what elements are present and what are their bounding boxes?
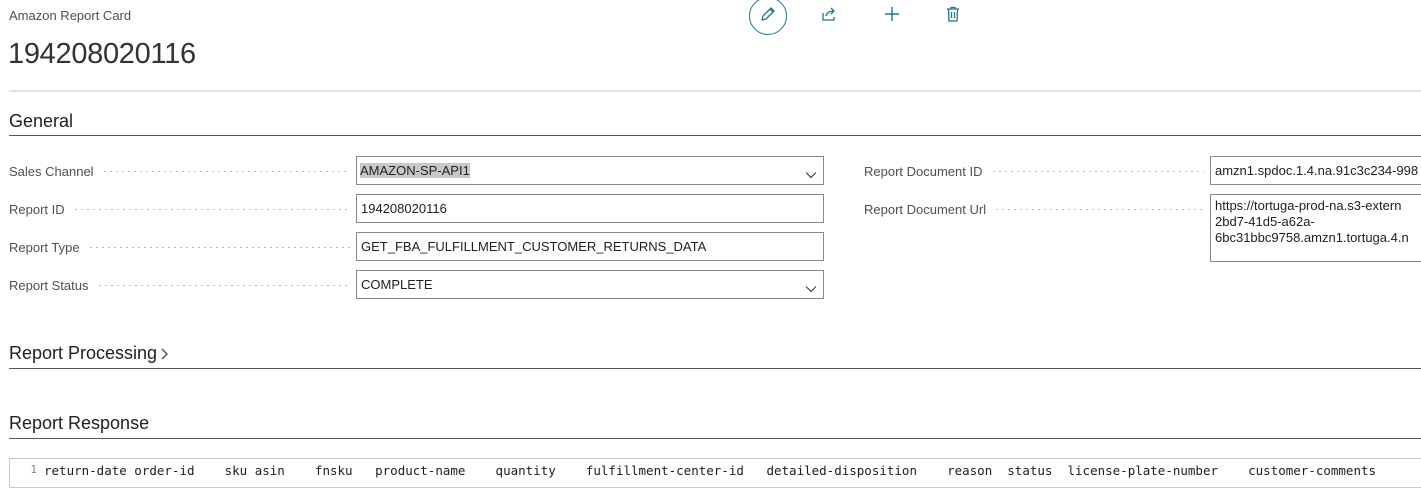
share-icon (820, 5, 838, 28)
general-divider (9, 135, 1421, 136)
report-document-url-label: Report Document Url (864, 199, 1210, 219)
edit-button[interactable] (749, 0, 787, 35)
share-button[interactable] (810, 0, 848, 35)
chevron-right-icon (160, 347, 169, 361)
section-title-report-processing[interactable]: Report Processing (9, 343, 169, 364)
code-line: return-date order-id sku asin fnsku prod… (44, 463, 1377, 478)
plus-icon (883, 5, 901, 28)
report-document-url-value: https://tortuga-prod-na.s3-extern 2bd7-4… (1215, 198, 1409, 245)
section-title-general[interactable]: General (9, 111, 73, 132)
report-status-select[interactable]: COMPLETE (356, 270, 824, 299)
report-id-value: 194208020116 (361, 201, 447, 216)
trash-icon (944, 5, 962, 28)
report-type-label: Report Type (9, 237, 356, 257)
page-caption: Amazon Report Card (9, 8, 132, 23)
report-document-url-field[interactable]: https://tortuga-prod-na.s3-extern 2bd7-4… (1210, 194, 1421, 262)
report-id-label: Report ID (9, 199, 356, 219)
report-type-value: GET_FBA_FULFILLMENT_CUSTOMER_RETURNS_DAT… (361, 239, 707, 254)
chevron-down-icon (805, 167, 817, 182)
report-response-editor[interactable]: 1 return-date order-id sku asin fnsku pr… (9, 458, 1421, 488)
page-title: 194208020116 (8, 38, 196, 70)
report-response-divider (9, 438, 1421, 439)
report-document-id-field[interactable]: amzn1.spdoc.1.4.na.91c3c234-998 (1210, 156, 1421, 185)
sales-channel-value: AMAZON-SP-API1 (360, 163, 470, 178)
report-status-value: COMPLETE (361, 277, 433, 292)
line-number: 1 (30, 463, 37, 476)
pencil-icon (759, 5, 777, 28)
section-title-report-response[interactable]: Report Response (9, 413, 149, 434)
title-divider (9, 90, 1421, 92)
new-button[interactable] (873, 0, 911, 35)
report-id-field[interactable]: 194208020116 (356, 194, 824, 223)
report-processing-divider (9, 368, 1421, 369)
report-processing-label: Report Processing (9, 343, 158, 363)
report-document-id-label: Report Document ID (864, 161, 1210, 181)
sales-channel-label: Sales Channel (9, 161, 356, 181)
chevron-down-icon (805, 281, 817, 296)
sales-channel-select[interactable]: AMAZON-SP-API1 (356, 156, 824, 185)
report-document-id-value: amzn1.spdoc.1.4.na.91c3c234-998 (1215, 163, 1419, 178)
report-type-field[interactable]: GET_FBA_FULFILLMENT_CUSTOMER_RETURNS_DAT… (356, 232, 824, 261)
report-status-label: Report Status (9, 275, 356, 295)
delete-button[interactable] (934, 0, 972, 35)
